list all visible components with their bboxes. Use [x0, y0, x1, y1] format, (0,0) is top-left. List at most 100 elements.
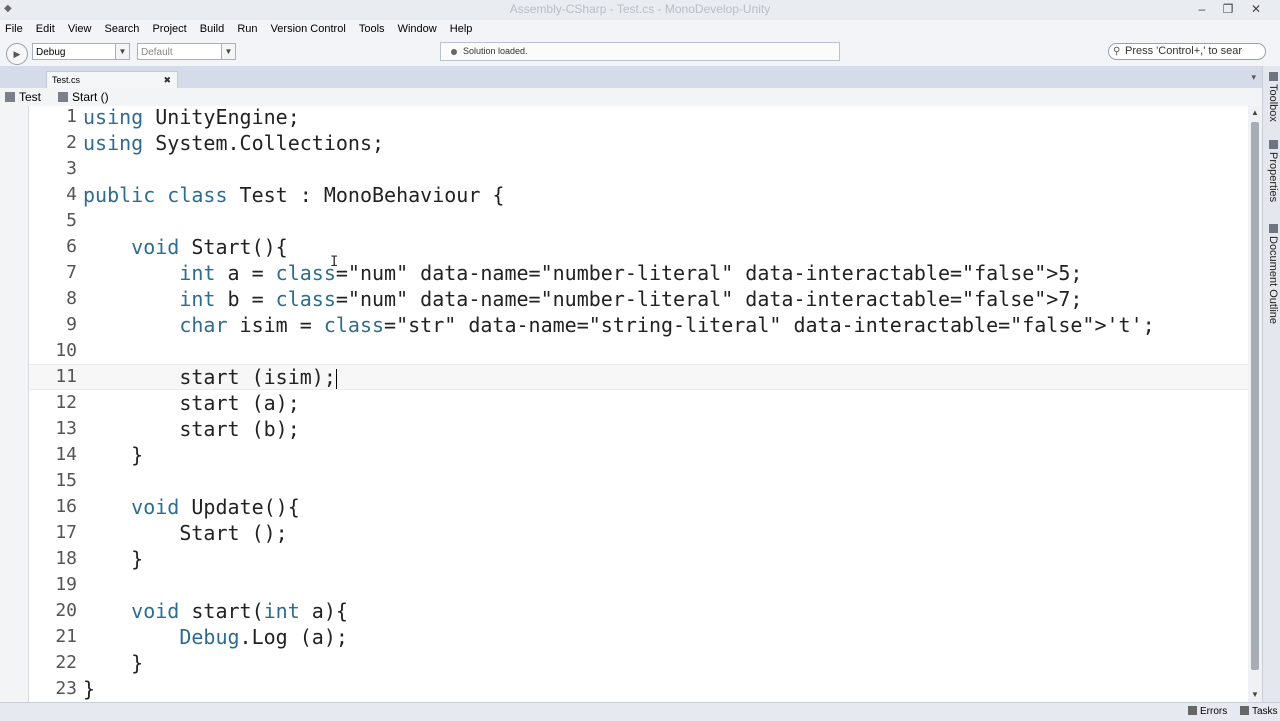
code-line[interactable]: 21 Debug.Log (a); [29, 624, 1249, 650]
dock-tab-document-outline[interactable]: Document Outline [1265, 224, 1279, 324]
dock-tab-properties[interactable]: Properties [1265, 140, 1279, 202]
menu-tools[interactable]: Tools [354, 20, 390, 38]
code-line[interactable]: 10 [29, 338, 1249, 364]
menu-version-control[interactable]: Version Control [266, 20, 351, 38]
line-number: 10 [55, 340, 77, 361]
code-text: void start(int a){ [131, 599, 348, 623]
keyword: class [323, 313, 385, 337]
minimize-icon[interactable]: – [1190, 1, 1214, 17]
search-input[interactable]: ⚲ Press 'Control+,' to sear [1108, 43, 1266, 60]
code-line[interactable]: 20 void start(int a){ [29, 598, 1249, 624]
keyword: using [83, 131, 144, 155]
dock-tab-toolbox[interactable]: Toolbox [1265, 72, 1279, 122]
code-line[interactable]: 5 [29, 208, 1249, 234]
run-button[interactable]: ▶ [6, 43, 28, 65]
configuration-select[interactable]: Debug ▼ [32, 43, 130, 60]
code-text: void Start(){ [131, 235, 288, 259]
code-line[interactable]: 9 char isim = class="str" data-name="str… [29, 312, 1249, 338]
code-line[interactable]: 15 [29, 468, 1249, 494]
scrollbar-thumb[interactable] [1251, 122, 1259, 670]
keyword: public [83, 183, 156, 207]
outline-icon [1268, 224, 1278, 233]
menu-project[interactable]: Project [147, 20, 191, 38]
code-line[interactable]: 19 [29, 572, 1249, 598]
code-line[interactable]: 23} [29, 676, 1249, 702]
title-bar: ◆ Assembly-CSharp - Test.cs - MonoDevelo… [0, 0, 1280, 21]
tasks-icon [1240, 706, 1249, 715]
code-text: start (b); [83, 417, 300, 441]
scroll-down-icon[interactable]: ▼ [1248, 688, 1262, 702]
vertical-scrollbar[interactable]: ▲ ▼ [1248, 106, 1262, 702]
code-line[interactable]: 2 using System.Collections; [29, 130, 1249, 156]
errors-pad-button[interactable]: Errors [1188, 706, 1227, 717]
tab-list-icon[interactable]: ▾ [1251, 72, 1256, 83]
dock-tab-label: Toolbox [1267, 84, 1279, 122]
status-bar: Errors Tasks [0, 702, 1280, 721]
code-line[interactable]: 17 Start (); [29, 520, 1249, 546]
keyword: class [275, 287, 336, 311]
code-line[interactable]: 4 public class Test : MonoBehaviour { [29, 182, 1249, 208]
breadcrumb-class-label: Test [19, 90, 42, 104]
code-line[interactable]: 13 start (b); [29, 416, 1249, 442]
menu-edit[interactable]: Edit [31, 20, 60, 38]
breadcrumb-method-label: Start () [72, 90, 109, 104]
tab-test-cs[interactable]: Test.cs ✖ [46, 71, 178, 88]
chevron-down-icon[interactable]: ▼ [115, 44, 129, 59]
code-line[interactable]: 11 start (isim); [29, 364, 1249, 390]
code-text: int a = class="num" data-name="number-li… [179, 261, 1083, 285]
keyword: class [167, 183, 228, 207]
menu-file[interactable]: File [0, 20, 28, 38]
method-icon [58, 92, 68, 102]
maximize-icon[interactable]: ❐ [1216, 1, 1240, 17]
line-number: 23 [55, 678, 77, 699]
close-icon[interactable]: ✕ [1244, 1, 1268, 17]
keyword: Debug [179, 625, 240, 649]
line-number: 15 [55, 470, 77, 491]
menu-window[interactable]: Window [393, 20, 442, 38]
properties-icon [1268, 140, 1278, 149]
code-line[interactable]: 18 } [29, 546, 1249, 572]
line-number: 2 [66, 132, 77, 153]
code-line[interactable]: 6 void Start(){ [29, 234, 1249, 260]
line-number: 1 [66, 106, 77, 127]
menu-run[interactable]: Run [232, 20, 262, 38]
code-line[interactable]: 7 int a = class="num" data-name="number-… [29, 260, 1249, 286]
code-line[interactable]: 14 } [29, 442, 1249, 468]
play-icon: ▶ [13, 49, 21, 59]
tasks-pad-button[interactable]: Tasks [1240, 706, 1278, 717]
code-editor[interactable]: 1 using UnityEngine; 2 using System.Collect… [28, 104, 1249, 702]
menu-help[interactable]: Help [445, 20, 478, 38]
menu-build[interactable]: Build [195, 20, 229, 38]
code-line[interactable]: 22 } [29, 650, 1249, 676]
tab-label: Test.cs [52, 75, 81, 85]
menu-view[interactable]: View [63, 20, 97, 38]
right-dock: Toolbox Properties Document Outline [1262, 66, 1280, 702]
code-line[interactable]: 16 void Update(){ [29, 494, 1249, 520]
platform-select[interactable]: Default ▼ [137, 43, 236, 60]
scroll-up-icon[interactable]: ▲ [1248, 106, 1262, 120]
chevron-down-icon[interactable]: ▼ [221, 44, 235, 59]
status-text: Solution loaded. [463, 46, 528, 56]
keyword: int [179, 287, 216, 311]
code-line[interactable]: 3 [29, 156, 1249, 182]
status-icon [451, 48, 457, 55]
line-number: 8 [66, 288, 77, 309]
code-line[interactable]: 8 int b = class="num" data-name="number-… [29, 286, 1249, 312]
line-number: 14 [55, 444, 77, 465]
code-line[interactable]: 12 start (a); [29, 390, 1249, 416]
mouse-cursor-icon: I [330, 254, 339, 270]
line-number: 16 [55, 496, 77, 517]
keyword: class [275, 261, 336, 285]
class-icon [5, 92, 15, 102]
keyword: void [131, 235, 180, 259]
menu-search[interactable]: Search [100, 20, 145, 38]
dock-tab-label: Document Outline [1267, 236, 1279, 325]
keyword: char [179, 313, 228, 337]
text-caret [335, 368, 337, 389]
keyword: void [131, 495, 180, 519]
code-text: Start (); [83, 521, 288, 545]
menu-bar: File Edit View Search Project Build Run … [0, 20, 1280, 40]
close-icon[interactable]: ✖ [163, 72, 171, 88]
code-line[interactable]: 1 using UnityEngine; [29, 104, 1249, 130]
code-text: start (isim); [83, 365, 337, 389]
